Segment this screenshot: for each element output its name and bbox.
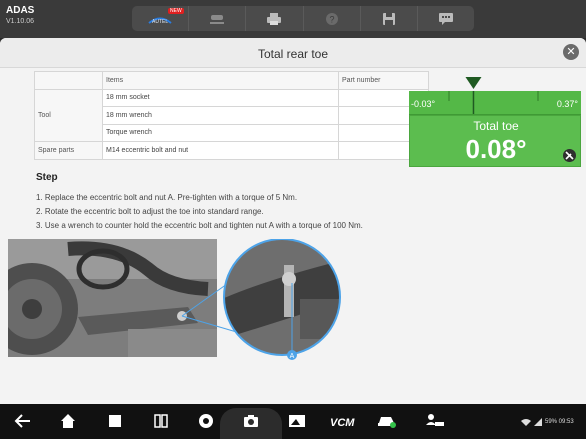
toe-label: Total toe bbox=[473, 119, 519, 133]
adjust-wrench-button[interactable] bbox=[563, 149, 576, 162]
gallery-icon[interactable] bbox=[288, 413, 306, 429]
chat-icon bbox=[438, 12, 453, 25]
dialog-header: Total rear toe ✕ bbox=[0, 38, 586, 68]
toe-max-value: 0.37° bbox=[556, 99, 578, 109]
zoom-detail bbox=[224, 239, 340, 355]
wifi-icon bbox=[521, 419, 531, 426]
car-icon[interactable] bbox=[377, 413, 397, 429]
tool-item: 18 mm socket bbox=[102, 88, 339, 107]
spare-part-item: M14 eccentric bolt and nut bbox=[102, 141, 339, 160]
svg-text:?: ? bbox=[329, 14, 334, 24]
table-row: Spare parts M14 eccentric bolt and nut bbox=[34, 141, 429, 160]
system-nav-bar: VCM 59% 09:53 bbox=[0, 404, 586, 439]
user-car-icon[interactable] bbox=[425, 413, 445, 429]
toe-value: 0.08° bbox=[465, 134, 527, 164]
toe-min-value: -0.03° bbox=[411, 99, 436, 109]
table-header-items: Items bbox=[102, 71, 339, 90]
wrench-icon bbox=[565, 151, 574, 160]
vcm-icon[interactable]: VCM bbox=[330, 417, 354, 429]
parts-table: Items Part number Tool 18 mm socket 18 m… bbox=[34, 71, 429, 160]
signal-icon bbox=[534, 418, 542, 426]
dialog-title: Total rear toe bbox=[257, 47, 329, 61]
camera-icon bbox=[244, 415, 258, 427]
status-battery-time: 59% 09:53 bbox=[545, 419, 574, 425]
recents-icon[interactable] bbox=[107, 413, 123, 429]
camera-button[interactable] bbox=[220, 408, 282, 439]
back-icon[interactable] bbox=[14, 413, 32, 429]
app-title: ADAS bbox=[6, 5, 35, 16]
app-version: V1.10.06 bbox=[6, 18, 35, 25]
feedback-button[interactable] bbox=[416, 6, 474, 31]
top-app-bar: ADAS V1.10.06 AUTEL NEW ? bbox=[0, 0, 586, 38]
floppy-disk-icon bbox=[382, 12, 395, 25]
tool-item: 18 mm wrench bbox=[102, 106, 339, 125]
tool-group-label: Tool bbox=[34, 88, 103, 142]
help-button[interactable]: ? bbox=[302, 6, 360, 31]
toolbar: AUTEL NEW ? bbox=[132, 6, 474, 31]
svg-text:AUTEL: AUTEL bbox=[152, 19, 168, 24]
table-header-row: Items Part number bbox=[34, 71, 429, 90]
callout-a-label: A bbox=[290, 353, 295, 360]
total-toe-gauge: -0.03° 0.37° Total toe 0.08° bbox=[409, 75, 581, 167]
new-badge: NEW bbox=[168, 8, 184, 14]
split-icon[interactable] bbox=[153, 413, 169, 429]
table-row: Tool 18 mm socket bbox=[34, 88, 429, 142]
toe-scale: -0.03° 0.37° bbox=[409, 91, 581, 115]
autel-button[interactable]: AUTEL NEW bbox=[132, 6, 188, 31]
tool-item: Torque wrench bbox=[102, 123, 339, 142]
save-button[interactable] bbox=[359, 6, 417, 31]
suspension-photo bbox=[8, 239, 217, 357]
table-header-empty bbox=[34, 71, 103, 90]
spare-parts-label: Spare parts bbox=[34, 141, 103, 160]
close-button[interactable]: ✕ bbox=[563, 44, 579, 60]
home-icon[interactable] bbox=[60, 413, 76, 429]
step-item: 1. Replace the eccentric bolt and nut A.… bbox=[36, 193, 298, 202]
car-lift-icon bbox=[210, 14, 225, 24]
printer-icon bbox=[267, 12, 282, 25]
procedure-dialog: Total rear toe ✕ Items Part number Tool … bbox=[0, 38, 586, 404]
help-icon: ? bbox=[325, 12, 338, 25]
toe-readout-panel: Total toe 0.08° bbox=[409, 115, 581, 167]
close-icon: ✕ bbox=[566, 46, 576, 58]
print-button[interactable] bbox=[245, 6, 302, 31]
step-heading: Step bbox=[36, 172, 58, 183]
autel-logo-icon: AUTEL bbox=[148, 17, 172, 24]
step-item: 3. Use a wrench to counter hold the ecce… bbox=[36, 221, 363, 230]
suspension-illustration: A bbox=[8, 239, 341, 360]
vehicle-button[interactable] bbox=[188, 6, 245, 31]
step-item: 2. Rotate the eccentric bolt to adjust t… bbox=[36, 207, 264, 216]
chrome-icon[interactable] bbox=[198, 413, 214, 429]
